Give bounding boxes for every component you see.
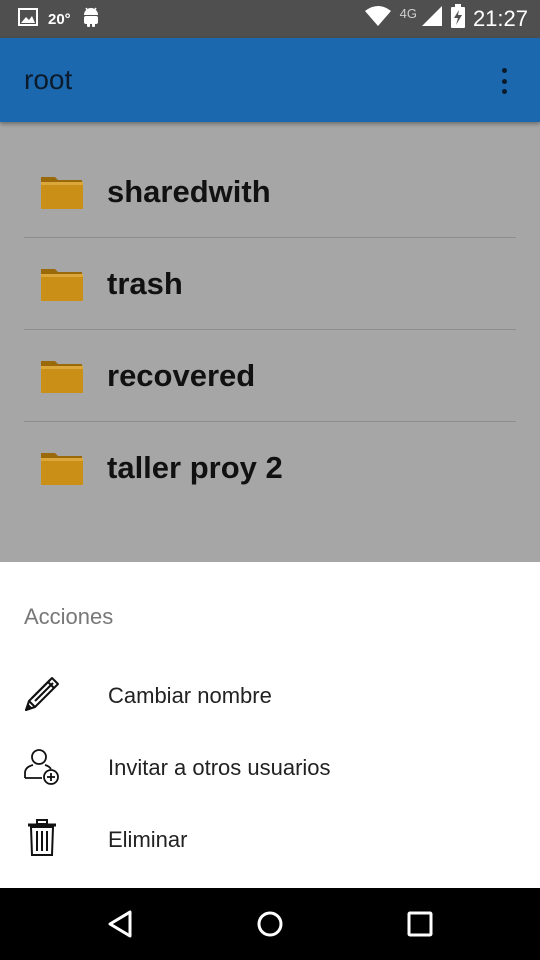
list-item-folder[interactable]: taller proy 2 <box>24 422 516 514</box>
recents-icon[interactable] <box>400 904 440 944</box>
folder-icon <box>40 266 84 307</box>
folder-list: sharedwith trash recovered taller proy 2 <box>0 122 540 562</box>
page-title: root <box>24 64 73 95</box>
back-icon[interactable] <box>100 904 140 944</box>
app-bar: root <box>0 38 540 122</box>
list-item-folder[interactable]: trash <box>24 238 516 330</box>
signal-icon <box>421 5 443 33</box>
status-bar: 20° 4G 21:27 <box>0 0 540 38</box>
folder-name: taller proy 2 <box>107 450 283 485</box>
image-icon <box>18 8 38 30</box>
list-item-folder[interactable]: sharedwith <box>24 146 516 238</box>
android-icon <box>81 6 101 32</box>
action-label: Cambiar nombre <box>108 683 272 708</box>
folder-name: recovered <box>107 358 256 393</box>
actions-bottom-sheet: Acciones Cambiar nombre Invitar a otros … <box>0 562 540 888</box>
battery-charging-icon <box>450 4 465 34</box>
action-label: Eliminar <box>108 827 188 852</box>
folder-icon <box>40 174 84 215</box>
trash-icon <box>22 818 62 858</box>
folder-icon <box>40 358 84 399</box>
navigation-bar <box>0 888 540 960</box>
sheet-title: Acciones <box>24 604 114 629</box>
pencil-icon <box>22 674 62 714</box>
wifi-icon <box>364 5 392 33</box>
rename-button[interactable]: Cambiar nombre <box>0 660 540 732</box>
invite-users-button[interactable]: Invitar a otros usuarios <box>0 732 540 804</box>
list-item-folder[interactable]: recovered <box>24 330 516 422</box>
folder-name: sharedwith <box>107 174 271 209</box>
network-type: 4G <box>399 5 417 21</box>
folder-name: trash <box>107 266 183 301</box>
overflow-menu-icon[interactable] <box>488 68 520 94</box>
home-icon[interactable] <box>250 904 290 944</box>
add-user-icon <box>22 746 62 786</box>
clock: 21:27 <box>472 6 528 31</box>
delete-button[interactable]: Eliminar <box>0 804 540 876</box>
folder-icon <box>40 450 84 491</box>
action-label: Invitar a otros usuarios <box>108 755 331 780</box>
temperature: 20° <box>48 10 71 28</box>
